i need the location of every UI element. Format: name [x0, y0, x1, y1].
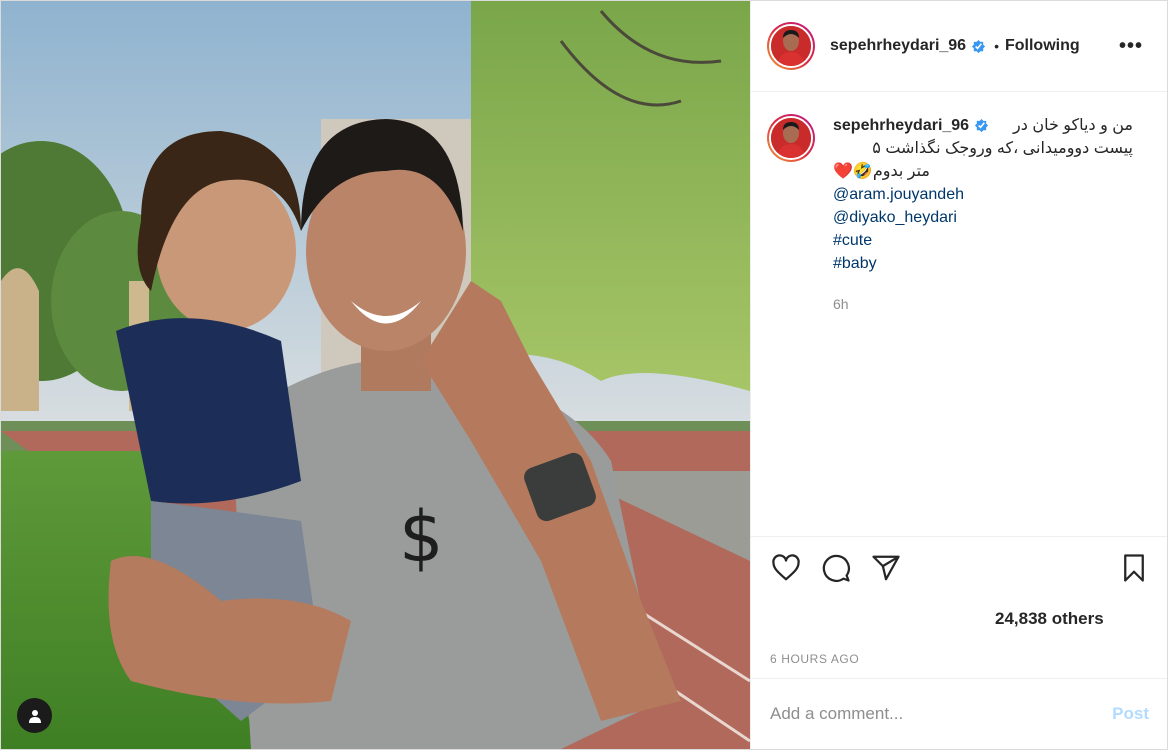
hashtag-link[interactable]: #cute: [833, 229, 1133, 252]
following-button[interactable]: Following: [1005, 37, 1080, 55]
post-comment-button[interactable]: Post: [1112, 704, 1149, 724]
paper-plane-icon: [872, 555, 900, 581]
caption-username[interactable]: sepehrheydari_96: [833, 114, 969, 137]
like-button[interactable]: [769, 551, 803, 585]
avatar-image: [771, 26, 811, 66]
author-username-text[interactable]: sepehrheydari_96: [830, 37, 966, 55]
caption-text-line-1: من و دیاکو خان در: [1013, 117, 1133, 134]
comment-bubble-icon: [822, 554, 850, 582]
heart-icon: [772, 554, 800, 581]
hashtag-link[interactable]: #baby: [833, 252, 1133, 275]
user-tag-icon: [28, 709, 41, 723]
comment-input[interactable]: [770, 704, 1113, 724]
user-tags-button[interactable]: [17, 698, 52, 733]
comment-bar: Post: [751, 679, 1167, 749]
caption-avatar[interactable]: [767, 114, 815, 162]
save-button[interactable]: [1117, 551, 1151, 585]
caption-first-line: sepehrheydari_96 من و دیاکو خان در: [833, 114, 1133, 137]
mention-link[interactable]: @aram.jouyandeh: [833, 183, 1133, 206]
likes-count[interactable]: 24,838 others: [751, 599, 1167, 639]
share-button[interactable]: [869, 551, 903, 585]
author-avatar[interactable]: [767, 22, 815, 70]
post-header: sepehrheydari_96 • Following •••: [751, 1, 1167, 92]
verified-badge-icon: [975, 118, 989, 133]
more-options-icon[interactable]: •••: [1119, 35, 1151, 58]
post-photo[interactable]: $: [1, 1, 750, 749]
header-separator: •: [994, 38, 999, 54]
verified-badge-icon: [972, 39, 986, 53]
post-dialog: $ sepehrheydari_96 • Following ••• sepeh…: [0, 0, 1168, 750]
post-timestamp[interactable]: 6 HOURS AGO: [751, 639, 1167, 679]
comment-button[interactable]: [819, 551, 853, 585]
post-side-panel: sepehrheydari_96 • Following ••• sepehrh…: [750, 1, 1167, 749]
caption-age[interactable]: 6h: [833, 293, 1133, 316]
mention-link[interactable]: @diyako_heydari: [833, 206, 1133, 229]
svg-text:$: $: [399, 496, 444, 578]
bookmark-icon: [1124, 554, 1144, 582]
author-username[interactable]: sepehrheydari_96: [830, 37, 986, 55]
action-bar: [751, 536, 1167, 599]
photo-scene: $: [1, 1, 750, 749]
caption-text-line-2: پیست دوومیدانی ،که وروجک نگذاشت ۵: [872, 140, 1133, 157]
caption-body: sepehrheydari_96 من و دیاکو خان در پیست …: [833, 114, 1133, 536]
caption-section: sepehrheydari_96 من و دیاکو خان در پیست …: [751, 92, 1167, 536]
avatar-image: [771, 118, 811, 158]
caption-text-line-3: متر بدوم🤣❤️: [833, 163, 930, 180]
